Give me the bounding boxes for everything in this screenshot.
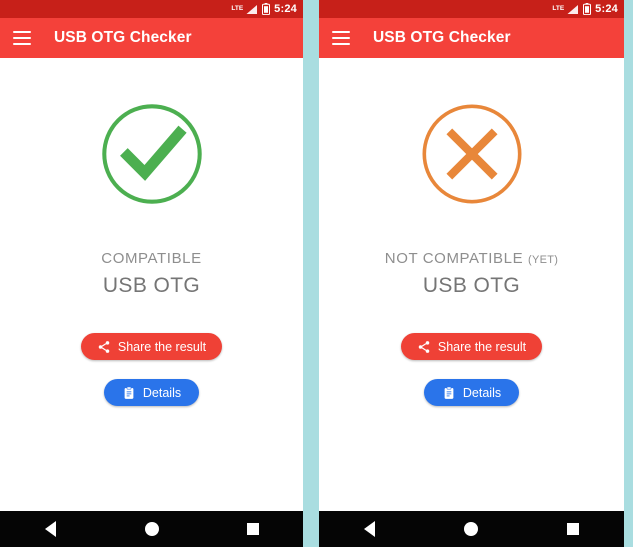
clipboard-icon (122, 386, 136, 400)
android-navigation-bar (0, 511, 303, 547)
app-bar: USB OTG Checker (0, 18, 303, 58)
share-icon (417, 340, 431, 354)
battery-icon (262, 3, 271, 15)
details-label: Details (462, 385, 502, 400)
recents-square-icon[interactable] (225, 511, 281, 547)
details-button[interactable]: Details (103, 379, 200, 406)
check-circle-icon (101, 104, 202, 204)
background-gutter-middle (303, 0, 319, 547)
hamburger-menu-icon[interactable] (332, 31, 350, 45)
share-result-label: Share the result (437, 339, 527, 354)
share-result-button[interactable]: Share the result (80, 333, 223, 360)
share-result-button[interactable]: Share the result (400, 333, 543, 360)
app-title: USB OTG Checker (54, 29, 192, 46)
network-type-label: LTE (231, 4, 244, 12)
network-type-label: LTE (552, 4, 565, 12)
main-content: NOT COMPATIBLE (YET) USB OTG Share the r… (319, 58, 624, 511)
status-bar-clock: 5:24 (274, 2, 297, 15)
result-status-text: COMPATIBLE (101, 250, 202, 267)
x-circle-icon (422, 104, 521, 204)
screenshot-stage: LTE 5:24 USB OTG Checker COMPATIBLE USB … (0, 0, 633, 547)
status-bar: LTE 5:24 (0, 0, 303, 18)
background-gutter-right (624, 0, 630, 547)
status-bar: LTE 5:24 (319, 0, 624, 18)
main-content: COMPATIBLE USB OTG Share the result Deta… (0, 58, 303, 511)
hamburger-menu-icon[interactable] (13, 31, 31, 45)
recents-square-icon[interactable] (545, 511, 601, 547)
app-title: USB OTG Checker (373, 29, 511, 46)
back-triangle-icon[interactable] (342, 511, 398, 547)
battery-icon (583, 3, 592, 15)
share-icon (97, 340, 111, 354)
result-status-label: COMPATIBLE (101, 251, 201, 266)
result-status-text: NOT COMPATIBLE (384, 250, 524, 267)
signal-bars-icon (246, 4, 258, 14)
result-feature-label: USB OTG (422, 274, 521, 297)
back-triangle-icon[interactable] (23, 511, 79, 547)
phone-screenshot-compatible: LTE 5:24 USB OTG Checker COMPATIBLE USB … (0, 0, 303, 547)
details-label: Details (142, 385, 182, 400)
result-feature-label: USB OTG (102, 274, 201, 297)
share-result-label: Share the result (117, 339, 207, 354)
android-navigation-bar (319, 511, 624, 547)
home-circle-icon[interactable] (124, 511, 180, 547)
status-bar-clock: 5:24 (595, 2, 618, 15)
phone-screenshot-not-compatible: LTE 5:24 USB OTG Checker NOT COMPATIBLE … (319, 0, 624, 547)
result-status-label: NOT COMPATIBLE (YET) (385, 251, 558, 266)
result-status-suffix: (YET) (527, 254, 559, 266)
details-button[interactable]: Details (423, 379, 520, 406)
app-bar: USB OTG Checker (319, 18, 624, 58)
clipboard-icon (442, 386, 456, 400)
home-circle-icon[interactable] (443, 511, 499, 547)
signal-bars-icon (567, 4, 579, 14)
